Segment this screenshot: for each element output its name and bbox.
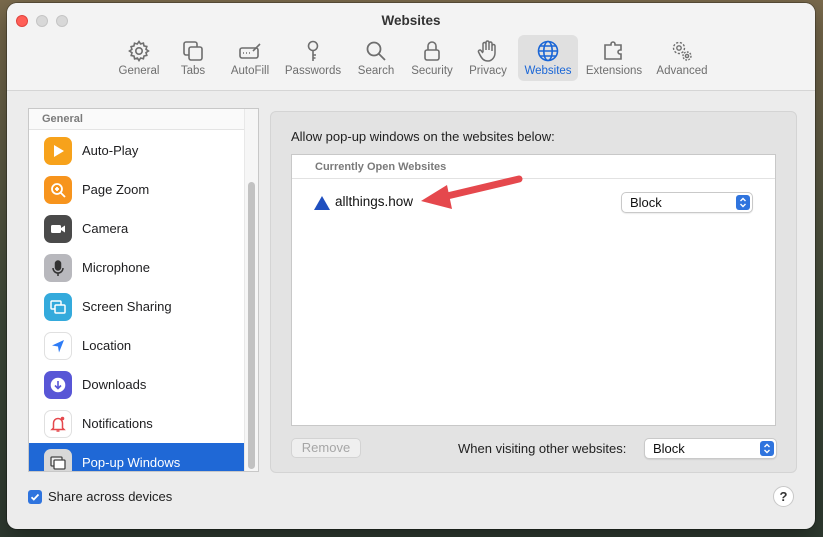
content-area: General Auto-Play Page Zoom Camera Micro…: [7, 91, 815, 529]
gear-icon: [128, 40, 150, 62]
tab-autofill[interactable]: AutoFill: [225, 35, 275, 81]
tab-advanced[interactable]: Advanced: [652, 35, 712, 81]
preferences-window: Websites General Tabs AutoFill Passwords…: [7, 3, 815, 529]
zoom-icon: [44, 175, 72, 204]
sidebar-item-label: Location: [82, 338, 132, 353]
gears-icon: [672, 41, 692, 61]
tab-passwords[interactable]: Passwords: [282, 35, 344, 81]
tabs-icon: [183, 41, 203, 61]
autofill-icon: [239, 43, 261, 59]
camera-icon: [44, 214, 72, 243]
sidebar-item-label: Pop-up Windows: [82, 455, 181, 470]
chevron-updown-icon: [760, 441, 774, 456]
puzzle-icon: [604, 41, 622, 60]
tab-extensions[interactable]: Extensions: [583, 35, 645, 81]
table-row[interactable]: allthings.how Block: [292, 189, 775, 215]
tab-passwords-label: Passwords: [284, 65, 342, 77]
bell-icon: [44, 409, 72, 438]
share-label: Share across devices: [48, 489, 173, 504]
window-title: Websites: [381, 13, 441, 28]
website-table: Currently Open Websites allthings.how Bl…: [291, 154, 776, 426]
table-header: Currently Open Websites: [292, 155, 775, 179]
tab-extensions-label: Extensions: [585, 65, 643, 77]
tab-autofill-label: AutoFill: [230, 65, 270, 77]
sidebar-item-downloads[interactable]: Downloads: [29, 365, 245, 404]
location-icon: [44, 331, 72, 360]
help-button[interactable]: ?: [773, 486, 794, 507]
other-websites-value: Block: [653, 441, 685, 456]
tab-websites-label: Websites: [524, 65, 572, 77]
tab-tabs[interactable]: Tabs: [171, 35, 215, 81]
sidebar-section-header: General: [29, 109, 245, 130]
sidebar-item-pop-up-windows[interactable]: Pop-up Windows: [29, 443, 245, 471]
tab-search[interactable]: Search: [353, 35, 399, 81]
tab-search-label: Search: [357, 65, 395, 77]
other-websites-label: When visiting other websites:: [458, 441, 627, 456]
search-icon: [366, 41, 386, 61]
sidebar-item-location[interactable]: Location: [29, 326, 245, 365]
scrollbar-thumb[interactable]: [248, 182, 255, 469]
screen-sharing-icon: [44, 292, 72, 321]
site-setting-select[interactable]: Block: [621, 192, 753, 213]
popup-settings-panel: Allow pop-up windows on the websites bel…: [270, 111, 797, 473]
sidebar-item-auto-play[interactable]: Auto-Play: [29, 131, 245, 170]
site-favicon-icon: [314, 196, 330, 210]
play-icon: [44, 136, 72, 165]
tab-privacy-label: Privacy: [469, 65, 507, 77]
share-across-devices[interactable]: Share across devices: [28, 489, 172, 504]
sidebar-item-label: Screen Sharing: [82, 299, 172, 314]
other-websites-select[interactable]: Block: [644, 438, 777, 459]
sidebar-item-screen-sharing[interactable]: Screen Sharing: [29, 287, 245, 326]
microphone-icon: [44, 253, 72, 282]
popup-icon: [44, 448, 72, 471]
sidebar-item-label: Auto-Play: [82, 143, 139, 158]
sidebar-item-label: Microphone: [82, 260, 150, 275]
lock-icon: [424, 41, 440, 61]
sidebar-item-label: Camera: [82, 221, 129, 236]
share-checkbox[interactable]: [28, 489, 42, 504]
remove-button[interactable]: Remove: [291, 438, 361, 458]
sidebar: General Auto-Play Page Zoom Camera Micro…: [28, 108, 259, 472]
tab-security[interactable]: Security: [406, 35, 458, 81]
sidebar-item-label: Downloads: [82, 377, 147, 392]
tab-security-label: Security: [411, 65, 453, 77]
sidebar-scrollbar[interactable]: [244, 109, 258, 471]
sidebar-item-page-zoom[interactable]: Page Zoom: [29, 170, 245, 209]
chevron-updown-icon: [736, 195, 750, 210]
tab-tabs-label: Tabs: [180, 65, 206, 77]
sidebar-item-microphone[interactable]: Microphone: [29, 248, 245, 287]
sidebar-item-label: Notifications: [82, 416, 153, 431]
globe-icon: [537, 40, 559, 62]
site-setting-value: Block: [630, 195, 662, 210]
titlebar: Websites General Tabs AutoFill Passwords…: [7, 3, 815, 91]
hand-icon: [477, 40, 496, 62]
site-name: allthings.how: [335, 194, 414, 209]
tab-advanced-label: Advanced: [656, 65, 708, 77]
tab-privacy[interactable]: Privacy: [465, 35, 511, 81]
sidebar-item-notifications[interactable]: Notifications: [29, 404, 245, 443]
toolbar: General Tabs AutoFill Passwords Search S…: [7, 35, 815, 83]
sidebar-item-label: Page Zoom: [82, 182, 150, 197]
tab-general-label: General: [118, 65, 160, 77]
key-icon: [307, 40, 319, 61]
panel-heading: Allow pop-up windows on the websites bel…: [291, 129, 555, 144]
sidebar-item-camera[interactable]: Camera: [29, 209, 245, 248]
checkmark-icon: [30, 493, 40, 501]
tab-general[interactable]: General: [113, 35, 165, 81]
tab-websites[interactable]: Websites: [518, 35, 578, 81]
download-icon: [44, 370, 72, 399]
